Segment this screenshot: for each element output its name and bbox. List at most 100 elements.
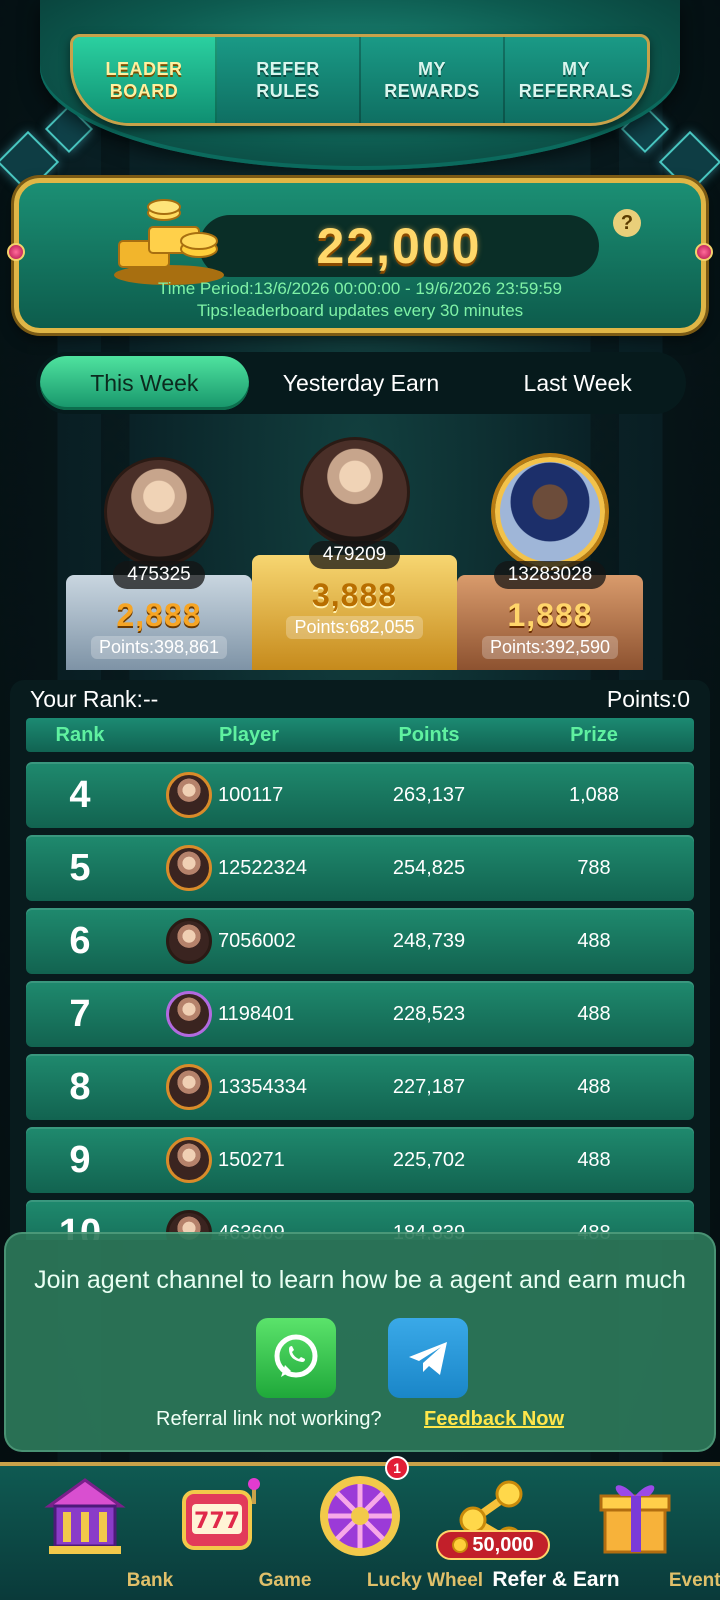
tab-my-referrals[interactable]: MY REFERRALS <box>505 37 647 123</box>
prize-cell: 488 <box>577 1148 611 1171</box>
tab-refer-rules-label: REFER RULES <box>256 59 320 101</box>
prize-value: 2,888 <box>116 597 202 633</box>
rank-cell: 8 <box>69 1065 91 1108</box>
tab-refer-rules[interactable]: REFER RULES <box>217 37 361 123</box>
tab-yesterday-earn[interactable]: Yesterday Earn <box>257 356 466 410</box>
player-cell: 12522324 <box>134 845 364 891</box>
feedback-link[interactable]: Feedback Now <box>424 1408 564 1431</box>
player-cell: 100117 <box>134 772 364 818</box>
points-cell: 225,702 <box>392 1148 466 1171</box>
prize-cell: 488 <box>577 929 611 952</box>
slot-machine-icon: 777 <box>182 1478 260 1550</box>
player-id: 475325 <box>113 561 205 589</box>
svg-text:777: 777 <box>194 1509 240 1534</box>
player-id: 13354334 <box>218 1075 307 1098</box>
whatsapp-icon <box>274 1334 318 1378</box>
points-cell: 227,187 <box>392 1075 466 1098</box>
podium-base: 475325 2,888 Points:398,861 <box>66 561 252 670</box>
avatar <box>166 918 212 964</box>
podium-first-place: 479209 3,888 Points:682,055 <box>252 437 457 670</box>
period-tab-bar: This Week Yesterday Earn Last Week <box>36 352 686 414</box>
tab-this-week[interactable]: This Week <box>40 356 249 410</box>
leaderboard-rows: 4 100117 263,137 1,088 5 12522324 254,82… <box>26 762 694 1240</box>
player-id: 7056002 <box>218 929 296 952</box>
points-cell: 248,739 <box>392 929 466 952</box>
bank-icon <box>44 1478 126 1554</box>
avatar <box>166 772 212 818</box>
referral-issue-text: Referral link not working? <box>156 1408 382 1430</box>
prize-cell: 1,088 <box>568 783 620 806</box>
avatar[interactable] <box>495 457 605 567</box>
player-id: 150271 <box>218 1148 285 1171</box>
bottom-navigation: Bank 777 Game 1 Lucky Wheel 50,000 Refer… <box>0 1456 720 1600</box>
nav-lucky-wheel-label: Lucky Wheel <box>366 1570 484 1591</box>
prize-value: 1,888 <box>507 597 593 633</box>
time-period: Time Period:13/6/2026 00:00:00 - 19/6/20… <box>158 279 562 298</box>
rank-cell: 7 <box>69 992 91 1035</box>
header-prize: Prize <box>570 723 618 746</box>
player-cell: 7056002 <box>134 918 364 964</box>
prize-cell: 488 <box>577 1075 611 1098</box>
podium-third-place: 13283028 1,888 Points:392,590 <box>457 457 643 670</box>
refer-earn-amount-value: 50,000 <box>472 1533 534 1556</box>
podium-base: 479209 3,888 Points:682,055 <box>252 541 457 670</box>
points-cell: 228,523 <box>392 1002 466 1025</box>
nav-refer-earn-label: Refer & Earn <box>492 1568 620 1591</box>
player-id: 100117 <box>218 783 284 806</box>
avatar <box>166 845 212 891</box>
points-value: Points:398,861 <box>90 636 228 659</box>
player-cell: 1198401 <box>134 991 364 1037</box>
player-cell: 13354334 <box>134 1064 364 1110</box>
nav-bank-label: Bank <box>126 1570 174 1591</box>
rank-cell: 4 <box>69 773 91 816</box>
points-cell: 254,825 <box>392 856 466 879</box>
tab-leaderboard[interactable]: LEADER BOARD <box>73 37 217 123</box>
refer-earn-amount: 50,000 <box>436 1530 550 1560</box>
header-points: Points <box>398 723 460 746</box>
avatar[interactable] <box>104 457 214 567</box>
table-row[interactable]: 5 12522324 254,825 788 <box>26 835 694 901</box>
ruby-gem-left <box>7 243 25 261</box>
table-row[interactable]: 6 7056002 248,739 488 <box>26 908 694 974</box>
tab-leaderboard-label: LEADER BOARD <box>105 59 183 101</box>
your-points: Points:0 <box>606 686 690 712</box>
points-cell: 263,137 <box>392 783 466 806</box>
tab-my-rewards[interactable]: MY REWARDS <box>361 37 505 123</box>
agent-channel-text: Join agent channel to learn how be a age… <box>34 1266 686 1294</box>
player-cell: 150271 <box>134 1137 364 1183</box>
gift-icon <box>599 1485 671 1554</box>
header-player: Player <box>218 723 280 746</box>
agent-channel-card: Join agent channel to learn how be a age… <box>4 1232 716 1452</box>
tab-my-referrals-label: MY REFERRALS <box>518 59 634 101</box>
rank-cell: 6 <box>69 919 91 962</box>
telegram-button[interactable] <box>388 1318 468 1398</box>
ruby-gem-right <box>695 243 713 261</box>
your-rank: Your Rank:-- <box>30 686 159 712</box>
table-row[interactable]: 8 13354334 227,187 488 <box>26 1054 694 1120</box>
leaderboard-tips: Tips:leaderboard updates every 30 minute… <box>196 301 524 320</box>
avatar <box>166 1064 212 1110</box>
tab-last-week[interactable]: Last Week <box>473 356 682 410</box>
whatsapp-button[interactable] <box>256 1318 336 1398</box>
coin-icon <box>452 1537 469 1553</box>
player-id: 13283028 <box>493 561 607 589</box>
wheel-icon <box>320 1476 400 1556</box>
avatar[interactable] <box>299 437 410 547</box>
prize-cell: 788 <box>577 856 611 879</box>
tab-my-rewards-label: MY REWARDS <box>384 59 480 101</box>
telegram-icon <box>409 1342 447 1375</box>
prize-value: 3,888 <box>311 577 398 613</box>
gold-bars-icon <box>114 199 224 285</box>
table-row[interactable]: 4 100117 263,137 1,088 <box>26 762 694 828</box>
prize-pool-banner: 22,000 ? Time Period:13/6/2026 00:00:00 … <box>7 178 713 333</box>
avatar <box>166 991 212 1037</box>
notification-badge: 1 <box>385 1456 409 1480</box>
points-value: Points:682,055 <box>286 616 423 639</box>
podium-base: 13283028 1,888 Points:392,590 <box>457 561 643 670</box>
player-id: 12522324 <box>218 856 307 879</box>
help-icon[interactable]: ? <box>613 209 641 237</box>
podium-second-place: 475325 2,888 Points:398,861 <box>66 457 252 670</box>
prize-amount: 22,000 <box>316 218 482 274</box>
table-row[interactable]: 7 1198401 228,523 488 <box>26 981 694 1047</box>
table-row[interactable]: 9 150271 225,702 488 <box>26 1127 694 1193</box>
